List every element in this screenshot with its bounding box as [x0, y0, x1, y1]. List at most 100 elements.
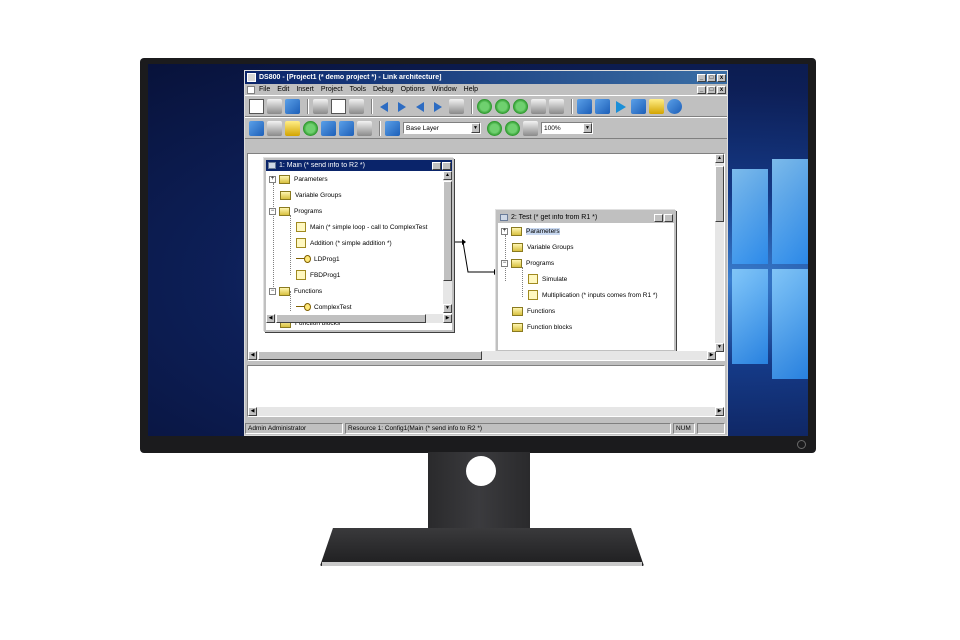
tree-node-simulate[interactable]: Simulate — [528, 273, 567, 285]
collapse-icon[interactable]: − — [501, 259, 508, 267]
zoom-icon[interactable] — [357, 120, 372, 136]
menu-debug[interactable]: Debug — [373, 86, 394, 93]
title-bar[interactable]: DS800 - [Project1 (* demo project *) - L… — [245, 71, 727, 84]
workspace-vertical-scrollbar[interactable]: ▲ ▼ — [715, 154, 724, 352]
globe2-icon[interactable] — [339, 120, 354, 136]
scroll-right-button[interactable]: ▶ — [715, 407, 724, 416]
sync-icon[interactable] — [495, 98, 510, 114]
power-button-icon[interactable] — [797, 440, 806, 449]
tree-node-multiplication[interactable]: Multiplication (* inputs comes from R1 *… — [528, 289, 658, 301]
scroll-left-button[interactable]: ◀ — [248, 351, 257, 360]
target-icon[interactable] — [549, 98, 564, 114]
child-maximize-button[interactable] — [664, 213, 673, 222]
scroll-down-button[interactable]: ▼ — [715, 343, 724, 352]
resource-window-main[interactable]: 1: Main (* send info to R2 *) + Paramete… — [264, 158, 454, 332]
print-icon[interactable] — [449, 98, 464, 114]
menu-project[interactable]: Project — [321, 86, 343, 93]
save-icon[interactable] — [285, 98, 300, 114]
horizontal-scrollbar[interactable]: ◀ ▶ — [266, 314, 452, 323]
maximize-button[interactable]: □ — [707, 73, 716, 82]
back-arrow-icon[interactable] — [413, 99, 428, 114]
child-restore-button[interactable] — [654, 213, 663, 222]
tree-icon[interactable] — [249, 120, 264, 136]
mdi-restore-button[interactable]: □ — [707, 85, 716, 94]
tree-node-ldprog1[interactable]: LDProg1 — [296, 253, 340, 265]
menu-help[interactable]: Help — [464, 86, 478, 93]
expand-icon[interactable]: + — [269, 175, 276, 183]
tree-node-functions[interactable]: − Functions — [269, 285, 322, 297]
refresh-icon[interactable] — [477, 98, 492, 114]
child-title-bar[interactable]: 2: Test (* get info from R1 *) — [498, 212, 674, 223]
tree-node-complextest[interactable]: ComplexTest — [296, 301, 352, 313]
new-document-icon[interactable] — [249, 98, 264, 114]
tree-node-parameters[interactable]: + Parameters — [501, 225, 560, 237]
step-icon[interactable] — [577, 98, 592, 114]
expand-icon[interactable]: + — [501, 227, 508, 235]
tree-node-programs[interactable]: − Programs — [269, 205, 322, 217]
zoom-select[interactable]: 100% ▼ — [541, 122, 593, 134]
scroll-right-button[interactable]: ▶ — [707, 351, 716, 360]
menu-options[interactable]: Options — [401, 86, 425, 93]
tree-node-fbdprog1[interactable]: FBDProg1 — [296, 269, 340, 281]
zoom-fit-icon[interactable] — [523, 120, 538, 136]
import-icon[interactable] — [487, 120, 502, 136]
menu-tools[interactable]: Tools — [350, 86, 366, 93]
collapse-icon[interactable]: − — [269, 207, 276, 215]
play-icon[interactable] — [613, 99, 628, 114]
child-title-bar[interactable]: 1: Main (* send info to R2 *) — [266, 160, 452, 171]
output-horizontal-scrollbar[interactable]: ◀ ▶ — [248, 407, 724, 416]
scroll-thumb[interactable] — [276, 314, 426, 323]
download-icon[interactable] — [513, 98, 528, 114]
paste-icon[interactable] — [349, 98, 364, 114]
tree-node-addition[interactable]: Addition (* simple addition *) — [296, 237, 392, 249]
tree-node-functions[interactable]: Functions — [512, 305, 555, 317]
close-button[interactable]: x — [717, 73, 726, 82]
child-restore-button[interactable] — [432, 161, 441, 170]
tree-node-variable-groups[interactable]: Variable Groups — [280, 189, 342, 201]
resource-window-test[interactable]: 2: Test (* get info from R1 *) + Paramet… — [496, 210, 676, 352]
scroll-left-button[interactable]: ◀ — [266, 314, 275, 323]
menu-file[interactable]: File — [259, 86, 270, 93]
chevron-down-icon[interactable]: ▼ — [583, 123, 592, 133]
link-icon[interactable] — [267, 120, 282, 136]
menu-edit[interactable]: Edit — [277, 86, 289, 93]
tree-node-variable-groups[interactable]: Variable Groups — [512, 241, 574, 253]
menu-window[interactable]: Window — [432, 86, 457, 93]
tree-node-parameters[interactable]: + Parameters — [269, 173, 328, 185]
export-icon[interactable] — [505, 120, 520, 136]
minimize-button[interactable]: _ — [697, 73, 706, 82]
mdi-minimize-button[interactable]: _ — [697, 85, 706, 94]
undo-icon[interactable] — [377, 99, 392, 114]
filter-icon[interactable] — [631, 98, 646, 114]
connect-icon[interactable] — [531, 98, 546, 114]
library-icon[interactable] — [285, 120, 300, 136]
scroll-down-button[interactable]: ▼ — [443, 304, 452, 313]
step-over-icon[interactable] — [595, 98, 610, 114]
help-icon[interactable] — [649, 98, 664, 114]
forward-arrow-icon[interactable] — [431, 99, 446, 114]
copy-icon[interactable] — [331, 98, 346, 114]
tree-node-main-program[interactable]: Main (* simple loop - call to ComplexTes… — [296, 221, 427, 233]
scroll-right-button[interactable]: ▶ — [443, 314, 452, 323]
scroll-up-button[interactable]: ▲ — [715, 154, 724, 163]
tree-node-function-blocks[interactable]: Function blocks — [512, 321, 572, 333]
scroll-thumb[interactable] — [258, 351, 482, 360]
monitor-icon[interactable] — [303, 120, 318, 136]
child-maximize-button[interactable] — [442, 161, 451, 170]
collapse-icon[interactable]: − — [269, 287, 276, 295]
cut-icon[interactable] — [313, 98, 328, 114]
mdi-close-button[interactable]: x — [717, 85, 726, 94]
scroll-thumb[interactable] — [715, 166, 724, 222]
layer-icon[interactable] — [385, 120, 400, 136]
vertical-scrollbar[interactable]: ▲ ▼ — [443, 171, 452, 313]
scroll-up-button[interactable]: ▲ — [443, 171, 452, 180]
chevron-down-icon[interactable]: ▼ — [471, 123, 480, 133]
workspace-horizontal-scrollbar[interactable]: ◀ ▶ — [248, 351, 716, 360]
scroll-left-button[interactable]: ◀ — [248, 407, 257, 416]
menu-insert[interactable]: Insert — [296, 86, 314, 93]
tree-node-programs[interactable]: − Programs — [501, 257, 554, 269]
open-icon[interactable] — [267, 98, 282, 114]
globe-icon[interactable] — [667, 98, 682, 114]
scroll-thumb[interactable] — [443, 181, 452, 281]
output-pane[interactable]: ◀ ▶ — [247, 365, 725, 417]
